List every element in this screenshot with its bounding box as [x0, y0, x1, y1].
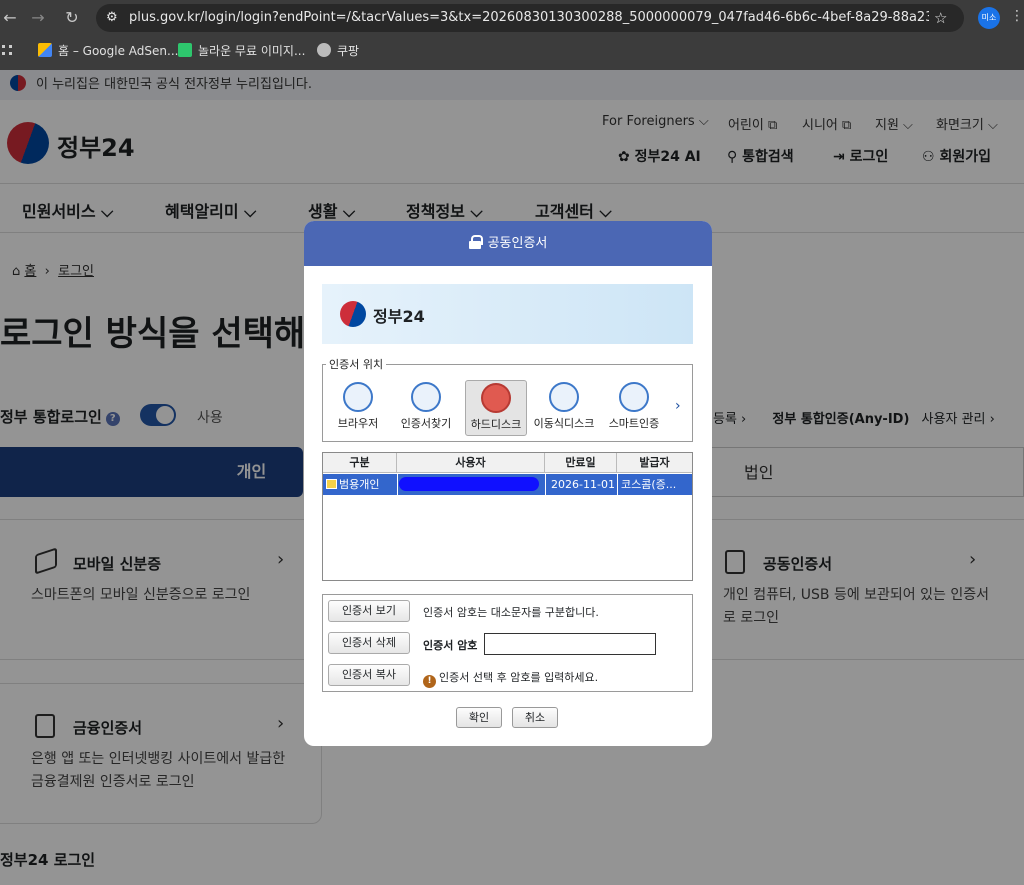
lock-icon: [468, 235, 483, 249]
forward-icon[interactable]: →: [28, 8, 48, 28]
cert-icon: [326, 479, 337, 489]
password-label: 인증서 암호: [423, 639, 478, 652]
dialog-header: 공동인증서: [304, 221, 712, 266]
menu-icon[interactable]: ⋮: [1010, 8, 1024, 24]
dialog-title: 공동인증서: [487, 236, 548, 251]
bookmark-label: 홈 – Google AdSen...: [58, 44, 179, 58]
url-text: plus.gov.kr/login/login?endPoint=/&tacrV…: [129, 10, 929, 25]
back-icon[interactable]: ←: [0, 8, 20, 28]
cert-location-box: 브라우저 인증서찾기 하드디스크 이동식디스크 스마트인증 ›: [322, 364, 693, 442]
cancel-button[interactable]: 취소: [512, 707, 558, 728]
bookmark-label: 놀라운 무료 이미지...: [198, 44, 306, 58]
chevron-right-icon[interactable]: ›: [675, 398, 681, 414]
loc-find-cert[interactable]: 인증서찾기: [395, 380, 457, 436]
banner-logo-text: 정부24: [373, 307, 425, 326]
col-issuer: 발급자: [617, 453, 692, 473]
globe-icon: [343, 382, 373, 412]
logo-emblem: [340, 301, 366, 327]
password-input[interactable]: [484, 633, 656, 655]
site-settings-icon[interactable]: ⚙: [106, 10, 122, 26]
warning-note: ! 인증서 선택 후 암호를 입력하세요.: [423, 669, 598, 688]
bookmark-adsense[interactable]: 홈 – Google AdSen...: [38, 42, 178, 60]
address-bar[interactable]: ⚙ plus.gov.kr/login/login?endPoint=/&tac…: [96, 4, 964, 32]
profile-avatar[interactable]: 미소: [978, 7, 1000, 29]
redacted-user: [399, 477, 539, 491]
adsense-icon: [38, 43, 52, 57]
ok-button[interactable]: 확인: [456, 707, 502, 728]
loc-hard-disk[interactable]: 하드디스크: [465, 380, 527, 436]
apps-icon[interactable]: [2, 42, 14, 60]
cert-actions-box: 인증서 보기 인증서 삭제 인증서 복사 인증서 암호는 대소문자를 구분합니다…: [322, 594, 693, 692]
bookmark-label: 쿠팡: [337, 44, 360, 58]
loc-removable-disk[interactable]: 이동식디스크: [533, 380, 595, 436]
dialog-banner: 정부24: [322, 284, 693, 344]
col-user: 사용자: [397, 453, 545, 473]
loc-smart-auth[interactable]: 스마트인증: [603, 380, 665, 436]
case-note: 인증서 암호는 대소문자를 구분합니다.: [423, 606, 599, 619]
browser-chrome: ← → ↻ ⚙ plus.gov.kr/login/login?endPoint…: [0, 0, 1024, 70]
cell-expires: 2026-11-01: [545, 474, 617, 495]
cert-table: 구분 사용자 만료일 발급자 범용개인 2026-11-01 코스콤(증...: [322, 452, 693, 581]
view-cert-button[interactable]: 인증서 보기: [328, 600, 410, 622]
copy-cert-button[interactable]: 인증서 복사: [328, 664, 410, 686]
cell-type: 범용개인: [323, 474, 397, 495]
search-icon: [411, 382, 441, 412]
globe-icon: [317, 43, 331, 57]
pixabay-icon: [178, 43, 192, 57]
col-expires: 만료일: [545, 453, 617, 473]
col-type: 구분: [323, 453, 397, 473]
bookmark-coupang[interactable]: 쿠팡: [317, 42, 359, 60]
cell-issuer: 코스콤(증...: [617, 474, 692, 495]
reload-icon[interactable]: ↻: [62, 8, 82, 28]
usb-icon: [549, 382, 579, 412]
delete-cert-button[interactable]: 인증서 삭제: [328, 632, 410, 654]
warning-icon: !: [423, 675, 436, 688]
monitor-icon: [481, 383, 511, 413]
bookmark-pixabay[interactable]: 놀라운 무료 이미지...: [178, 42, 305, 60]
cert-location-legend: 인증서 위치: [326, 356, 387, 372]
bookmark-star-icon[interactable]: ☆: [934, 9, 947, 27]
joint-cert-dialog: 공동인증서 정부24 브라우저 인증서찾기 하드디스크 이동식디스크 스마트인증…: [304, 221, 712, 746]
loc-browser[interactable]: 브라우저: [327, 380, 389, 436]
smartphone-icon: [619, 382, 649, 412]
